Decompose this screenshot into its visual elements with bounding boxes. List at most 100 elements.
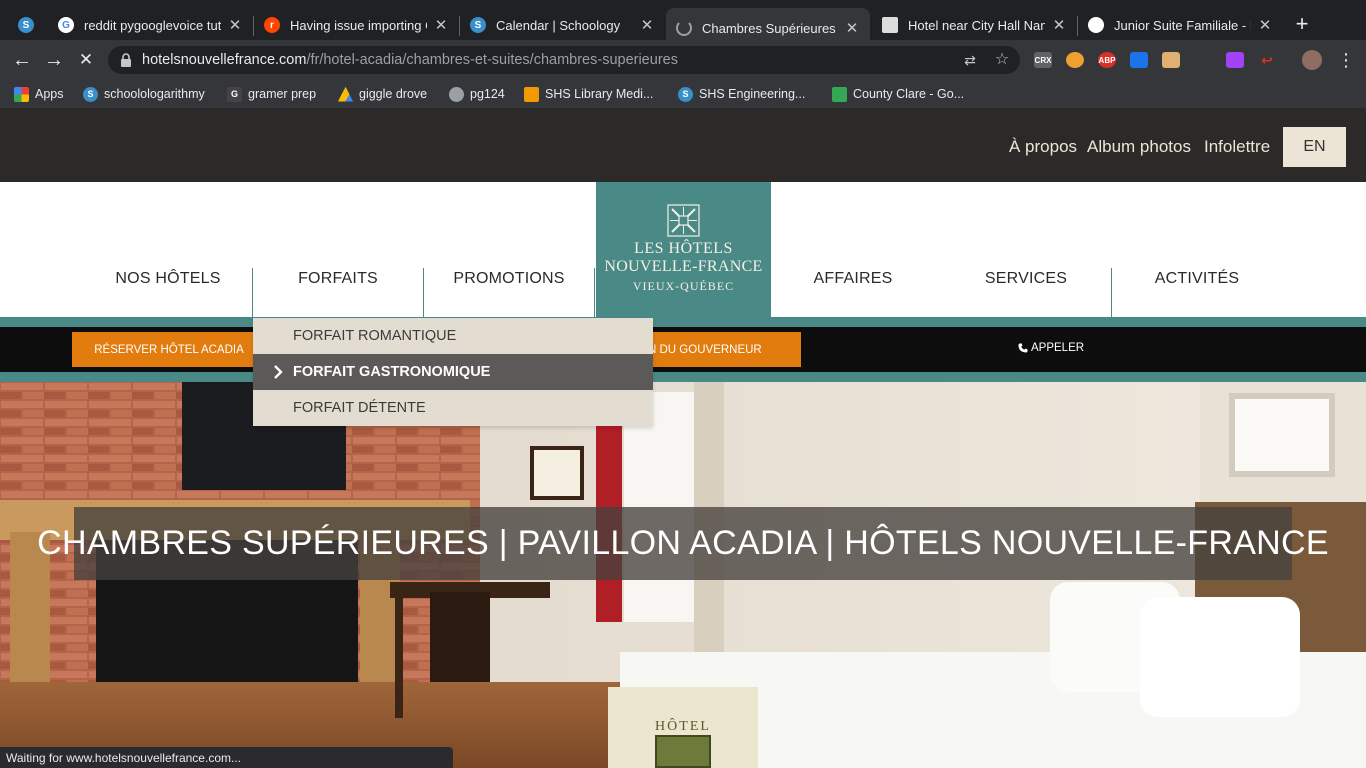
bookmark-apps[interactable]: Apps [14, 85, 64, 103]
bookmark-label: County Clare - Go... [853, 87, 965, 101]
link-a-propos[interactable]: À propos [1009, 137, 1077, 157]
bookmark-star-icon[interactable]: ☆ [994, 52, 1010, 68]
drive-icon [338, 86, 353, 102]
logo-line3: VIEUX-QUÉBEC [632, 279, 735, 293]
bookmarks-bar: Apps S schoolologarithmy G gramer prep g… [0, 80, 1366, 109]
nav-divider [594, 268, 595, 317]
close-tab-icon[interactable]: ✕ [1257, 16, 1273, 34]
bookmark-shs-library[interactable]: SHS Library Medi... [524, 85, 653, 103]
tab-reddit-pygooglevoice[interactable]: G reddit pygooglevoice tuto ✕ [48, 8, 253, 42]
loading-icon [676, 20, 692, 36]
site-logo[interactable]: LES HÔTELS NOUVELLE-FRANCE VIEUX-QUÉBEC [596, 182, 771, 317]
nav-divider [252, 268, 253, 317]
google-icon: G [58, 17, 74, 33]
dropdown-item-detente[interactable]: FORFAIT DÉTENTE [253, 390, 653, 426]
dropdown-label: FORFAIT ROMANTIQUE [293, 328, 457, 344]
tab-having-issue[interactable]: r Having issue importing G ✕ [254, 8, 459, 42]
language-button[interactable]: EN [1283, 127, 1346, 167]
close-tab-icon[interactable]: ✕ [1051, 16, 1067, 34]
globe-icon [449, 86, 464, 102]
close-tab-icon[interactable]: ✕ [639, 16, 655, 34]
schoology-icon: S [470, 17, 486, 33]
crest-icon [655, 735, 711, 768]
reserve-gouverneur-button[interactable]: N DU GOUVERNEUR [640, 332, 801, 367]
nav-promotions[interactable]: PROMOTIONS [453, 270, 564, 288]
reserve-acadia-button[interactable]: RÉSERVER HÔTEL ACADIA [72, 332, 266, 367]
teal-band-lower [0, 372, 1366, 382]
tab-junior-suite[interactable]: Junior Suite Familiale - H ✕ [1078, 8, 1283, 42]
fleur-logo-icon [667, 204, 700, 237]
owl-extension-icon[interactable] [1066, 52, 1084, 68]
bookmark-label: giggle drove [359, 87, 428, 101]
color-extension-icon[interactable] [1226, 52, 1244, 68]
status-bubble: Waiting for www.hotelsnouvellefrance.com… [0, 747, 453, 768]
hotel-icon [1088, 17, 1104, 33]
library-icon [524, 86, 539, 102]
call-button[interactable]: APPELER [1018, 342, 1084, 354]
crx-extension-icon[interactable]: CRX [1034, 52, 1052, 68]
box-extension-icon[interactable] [1162, 52, 1180, 68]
bookmark-label: SHS Library Medi... [545, 87, 654, 101]
nav-nos-hotels[interactable]: NOS HÔTELS [115, 270, 220, 288]
nav-affaires[interactable]: AFFAIRES [814, 270, 893, 288]
lock-icon [121, 53, 131, 67]
url-text: hotelsnouvellefrance.com/fr/hotel-acadia… [142, 52, 678, 68]
schoology-icon: S [18, 17, 34, 33]
translate-icon[interactable]: ⇄ [962, 52, 978, 68]
profile-avatar[interactable] [1302, 50, 1322, 70]
new-tab-icon[interactable]: + [1290, 12, 1314, 36]
adblock-extension-icon[interactable]: ABP [1098, 52, 1116, 68]
menu-kebab-icon[interactable]: ⋮ [1334, 48, 1358, 72]
stop-loading-icon[interactable]: ✕ [74, 48, 98, 72]
close-tab-icon[interactable]: ✕ [227, 16, 243, 34]
link-album-photos[interactable]: Album photos [1087, 137, 1191, 157]
url-host: hotelsnouvellefrance.com [142, 52, 307, 68]
arrow-extension-icon[interactable]: ↩ [1258, 52, 1276, 68]
phone-icon [1018, 343, 1028, 353]
nav-forfaits[interactable]: FORFAITS [298, 270, 378, 288]
tab-title: Hotel near City Hall Nant [908, 17, 1045, 33]
wave-extension-icon[interactable] [1130, 52, 1148, 68]
main-navigation: NOS HÔTELS FORFAITS PROMOTIONS LES HÔTEL… [0, 182, 1366, 317]
nav-divider [423, 268, 424, 317]
bookmark-schoolologarithmy[interactable]: S schoolologarithmy [83, 85, 205, 103]
dropdown-item-romantique[interactable]: FORFAIT ROMANTIQUE [253, 318, 653, 354]
chevron-right-icon [274, 365, 283, 379]
schoology-icon: S [83, 86, 98, 102]
hotel-badge-text: HÔTEL [655, 719, 711, 734]
nav-activites[interactable]: ACTIVITÉS [1155, 270, 1239, 288]
bookmark-giggle-drove[interactable]: giggle drove [338, 85, 427, 103]
forward-arrow-icon[interactable]: → [42, 48, 66, 72]
close-tab-icon[interactable]: ✕ [844, 19, 860, 37]
tab-title: Chambres Supérieures | [702, 20, 838, 36]
link-infolettre[interactable]: Infolettre [1204, 137, 1270, 157]
hotel-acadia-badge: HÔTEL [608, 687, 758, 768]
dropdown-label: FORFAIT GASTRONOMIQUE [293, 364, 491, 380]
url-path: /fr/hotel-acadia/chambres-et-suites/cham… [306, 52, 678, 68]
nav-services[interactable]: SERVICES [985, 270, 1067, 288]
tab-title: Calendar | Schoology [496, 17, 621, 33]
logo-line1: LES HÔTELS [634, 240, 733, 257]
bookmark-gramer-prep[interactable]: G gramer prep [227, 85, 316, 103]
close-tab-icon[interactable]: ✕ [433, 16, 449, 34]
tab-pinned-schoology[interactable]: S [8, 8, 48, 42]
schoology-icon: S [678, 86, 693, 102]
bookmark-county-clare[interactable]: County Clare - Go... [832, 85, 964, 103]
apps-grid-icon [14, 86, 29, 102]
back-arrow-icon[interactable]: ← [10, 48, 34, 72]
tab-hotel-near-city-hall[interactable]: Hotel near City Hall Nant ✕ [872, 8, 1077, 42]
bookmark-shs-engineering[interactable]: S SHS Engineering... [678, 85, 805, 103]
tab-calendar-schoology[interactable]: S Calendar | Schoology ✕ [460, 8, 665, 42]
utility-bar: À propos Album photos Infolettre EN [0, 109, 1366, 182]
tab-title: reddit pygooglevoice tuto [84, 17, 221, 33]
forfaits-dropdown: FORFAIT ROMANTIQUE FORFAIT GASTRONOMIQUE… [253, 318, 653, 426]
dropdown-item-gastronomique[interactable]: FORFAIT GASTRONOMIQUE [253, 354, 653, 390]
dropdown-label: FORFAIT DÉTENTE [293, 400, 426, 416]
tab-title: Having issue importing G [290, 17, 427, 33]
bookmark-pg124[interactable]: pg124 [449, 85, 505, 103]
reddit-icon: r [264, 17, 280, 33]
hero-title: CHAMBRES SUPÉRIEURES | PAVILLON ACADIA |… [37, 524, 1329, 562]
call-label: APPELER [1031, 342, 1085, 354]
address-bar[interactable]: hotelsnouvellefrance.com/fr/hotel-acadia… [108, 46, 1020, 74]
nav-divider [1111, 268, 1112, 317]
